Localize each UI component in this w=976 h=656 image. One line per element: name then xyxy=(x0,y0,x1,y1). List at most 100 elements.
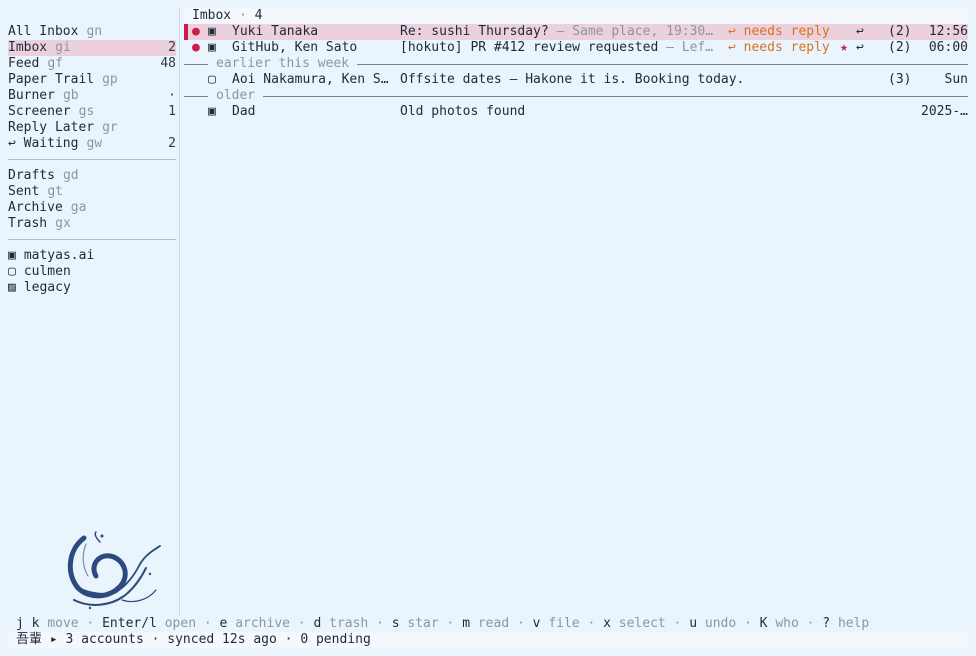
status-separator: · xyxy=(143,632,168,647)
account-icon: ▢ xyxy=(8,264,16,279)
sidebar-item-drafts[interactable]: Drafts gd xyxy=(8,168,176,184)
message-list-pane: Imbox · 4 ● ▣ Yuki Tanaka Re: sushi Thur… xyxy=(184,8,968,120)
selection-bar xyxy=(184,24,188,40)
unread-dot-icon: ● xyxy=(192,24,200,39)
key-hint: K who xyxy=(760,616,799,631)
sidebar-item-label: Trash xyxy=(8,216,48,231)
star-icon: ★ xyxy=(840,40,848,55)
sidebar-item-shortcut: gb xyxy=(62,88,79,103)
needs-reply-tag: ↩ needs reply xyxy=(728,24,830,39)
message-subject: Offsite dates — Hakone it is. Booking to… xyxy=(400,72,870,88)
sidebar-item-feed[interactable]: Feed gf 48 xyxy=(8,56,176,72)
key-action: trash xyxy=(329,616,369,631)
section-rule xyxy=(184,96,968,97)
sidebar-item-label: Reply Later xyxy=(8,120,95,135)
thread-count: (2) xyxy=(888,40,912,55)
sidebar-item-shortcut: gw xyxy=(86,136,103,151)
sidebar-item-sent[interactable]: Sent gt xyxy=(8,184,176,200)
sidebar-item-reply-later[interactable]: Reply Later gr xyxy=(8,120,176,136)
key-action: help xyxy=(837,616,870,631)
key-label: K xyxy=(759,616,768,631)
account-label: matyas.ai xyxy=(23,248,95,263)
sidebar-item-screener[interactable]: Screener gs 1 xyxy=(8,104,176,120)
key-hint: d trash xyxy=(313,616,368,631)
key-separator: · xyxy=(509,616,533,631)
mailbox-title: Imbox xyxy=(192,8,232,23)
subject-text: Offsite dates xyxy=(400,72,502,87)
key-hint: e archive xyxy=(220,616,290,631)
message-subject: Old photos found xyxy=(400,104,720,120)
mailbox-count: 4 xyxy=(254,8,263,23)
account-icon: ▣ xyxy=(208,24,216,39)
key-action: file xyxy=(548,616,580,631)
profile-name: 吾輩 xyxy=(16,632,43,647)
key-label: u xyxy=(689,616,698,631)
sidebar-item-archive[interactable]: Archive ga xyxy=(8,200,176,216)
snippet-text: — Hakone it is. Booking today. xyxy=(501,72,745,87)
sidebar-item-all-inbox[interactable]: All Inbox gn xyxy=(8,24,176,40)
account-icon: ▣ xyxy=(8,248,16,263)
key-hint: s star xyxy=(392,616,439,631)
sidebar-item-shortcut: gn xyxy=(86,24,103,39)
list-header: Imbox · 4 xyxy=(184,8,968,24)
sidebar-item-waiting[interactable]: ↩ Waiting gw 2 xyxy=(8,136,176,152)
pending-count: 0 pending xyxy=(300,632,371,647)
sidebar-item-imbox[interactable]: Imbox gi 2 xyxy=(8,40,176,56)
key-label: m xyxy=(462,616,471,631)
header-separator: · xyxy=(231,8,255,23)
key-hint: u undo xyxy=(689,616,736,631)
message-time: 06:00 xyxy=(928,40,968,55)
message-time: 12:56 xyxy=(928,24,968,39)
key-hint: v file xyxy=(533,616,580,631)
sidebar-item-burner[interactable]: Burner gb · xyxy=(8,88,176,104)
needs-reply-tag: ↩ needs reply xyxy=(728,40,830,55)
message-time: 2025-… xyxy=(921,104,968,119)
snippet-text: — Lef… xyxy=(658,40,714,55)
account-item-culmen[interactable]: ▢ culmen xyxy=(8,264,176,280)
account-icon: ▨ xyxy=(8,280,16,295)
account-item-matyas[interactable]: ▣ matyas.ai xyxy=(8,248,176,264)
key-hint: Enter/l open xyxy=(102,616,196,631)
key-hint: ? help xyxy=(822,616,869,631)
sidebar-item-label: Sent xyxy=(8,184,40,199)
message-row[interactable]: ● ▣ GitHub, Ken Sato [hokuto] PR #412 re… xyxy=(184,40,968,56)
key-label: x xyxy=(603,616,611,631)
sidebar-item-shortcut: gp xyxy=(102,72,118,87)
section-title: earlier this week xyxy=(208,56,358,72)
sidebar-item-trash[interactable]: Trash gx xyxy=(8,216,176,232)
sidebar-item-shortcut: gi xyxy=(55,40,71,55)
sidebar-item-label: Imbox xyxy=(8,40,48,55)
key-label: d xyxy=(313,616,322,631)
sidebar: All Inbox gn Imbox gi 2 Feed gf 48 Paper Trai… xyxy=(8,24,176,296)
sidebar-item-shortcut: gd xyxy=(62,168,79,183)
account-item-legacy[interactable]: ▨ legacy xyxy=(8,280,176,296)
message-sender: GitHub, Ken Sato xyxy=(232,40,358,55)
key-separator: · xyxy=(665,616,690,631)
key-separator: · xyxy=(579,616,604,631)
sidebar-item-label: ↩ Waiting xyxy=(8,136,79,151)
key-separator: · xyxy=(736,616,760,631)
key-hint: m read xyxy=(462,616,509,631)
sidebar-item-label: Burner xyxy=(8,88,55,103)
key-action: select xyxy=(618,616,666,631)
sidebar-item-paper-trail[interactable]: Paper Trail gp xyxy=(8,72,176,88)
sidebar-item-count: 1 xyxy=(168,104,176,119)
message-sender: Dad xyxy=(232,104,256,119)
message-sender: Aoi Nakamura, Ken S… xyxy=(232,72,389,87)
sidebar-item-label: All Inbox xyxy=(8,24,79,39)
section-divider-earlier: earlier this week xyxy=(184,56,968,72)
key-label: v xyxy=(532,616,541,631)
sidebar-item-label: Feed xyxy=(8,56,40,71)
subject-text: Old photos found xyxy=(400,104,526,119)
account-label: culmen xyxy=(23,264,71,279)
sidebar-item-shortcut: gx xyxy=(55,216,71,231)
sidebar-divider xyxy=(8,159,176,160)
message-row[interactable]: ▣ Dad Old photos found 2025-… xyxy=(184,104,968,120)
message-row[interactable]: ● ▣ Yuki Tanaka Re: sushi Thursday? — Sa… xyxy=(184,24,968,40)
sidebar-item-count: 2 xyxy=(168,40,176,55)
key-hint: j k move xyxy=(16,616,79,631)
key-label: ? xyxy=(822,616,831,631)
key-separator: · xyxy=(196,616,220,631)
message-row[interactable]: ▢ Aoi Nakamura, Ken S… Offsite dates — H… xyxy=(184,72,968,88)
reply-icon: ↩ xyxy=(856,24,864,39)
